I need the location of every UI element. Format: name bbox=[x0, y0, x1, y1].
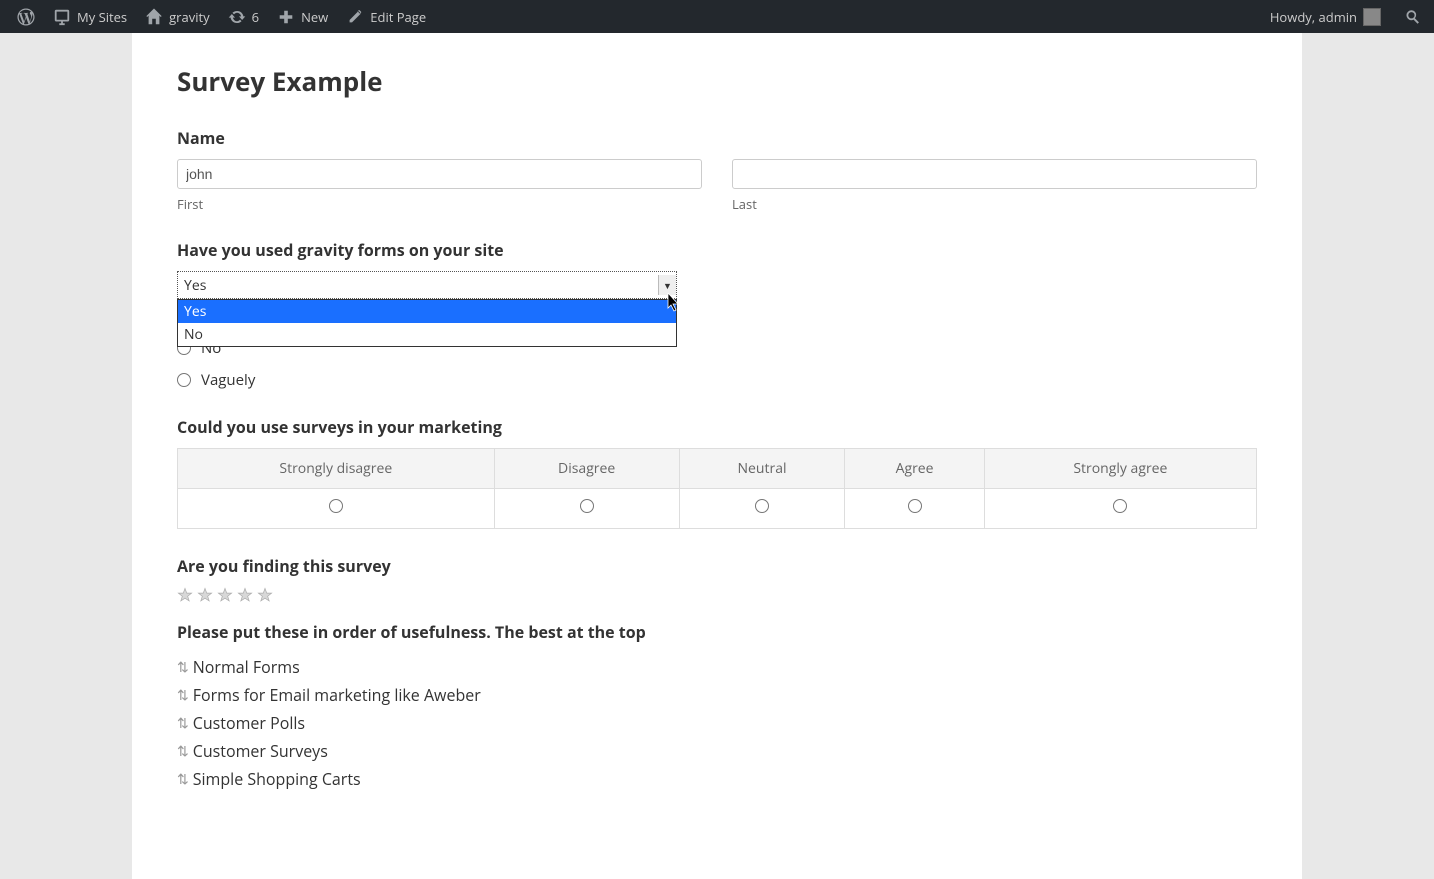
drag-handle-icon: ⇅ bbox=[177, 714, 189, 733]
sortable-label: Customer Surveys bbox=[193, 740, 328, 762]
dropdown-selected-text: Yes bbox=[184, 276, 206, 295]
radio-option-vaguely[interactable]: Vaguely bbox=[177, 370, 1257, 390]
name-field: Name First Last bbox=[177, 127, 1257, 213]
likert-radio-3[interactable] bbox=[908, 499, 922, 513]
drag-handle-icon: ⇅ bbox=[177, 770, 189, 789]
last-sublabel: Last bbox=[732, 195, 1257, 213]
dropdown-option-no[interactable]: No bbox=[178, 323, 676, 346]
last-name-input[interactable] bbox=[732, 159, 1257, 189]
likert-label: Could you use surveys in your marketing bbox=[177, 416, 1257, 438]
dropdown-field: Have you used gravity forms on your site… bbox=[177, 239, 1257, 299]
chevron-down-icon: ▼ bbox=[658, 275, 676, 295]
edit-page-label: Edit Page bbox=[370, 8, 426, 26]
new-link[interactable]: New bbox=[268, 0, 337, 33]
plus-icon bbox=[277, 8, 295, 26]
sortable-label: Customer Polls bbox=[193, 712, 305, 734]
sortable-item-1[interactable]: ⇅ Forms for Email marketing like Aweber bbox=[177, 681, 1257, 709]
dropdown-list: Yes No bbox=[177, 299, 677, 347]
likert-table: Strongly disagree Disagree Neutral Agree… bbox=[177, 448, 1257, 529]
wp-logo[interactable] bbox=[8, 0, 44, 33]
likert-col-2: Neutral bbox=[679, 449, 845, 489]
star-3[interactable] bbox=[217, 587, 233, 603]
wordpress-icon bbox=[17, 8, 35, 26]
drag-handle-icon: ⇅ bbox=[177, 742, 189, 761]
my-sites-label: My Sites bbox=[77, 8, 127, 26]
likert-field: Could you use surveys in your marketing … bbox=[177, 416, 1257, 529]
likert-col-4: Strongly agree bbox=[984, 449, 1256, 489]
likert-col-0: Strongly disagree bbox=[178, 449, 495, 489]
likert-radio-1[interactable] bbox=[580, 499, 594, 513]
likert-col-3: Agree bbox=[845, 449, 984, 489]
sortable-item-0[interactable]: ⇅ Normal Forms bbox=[177, 653, 1257, 681]
star-row bbox=[177, 587, 1257, 603]
first-sublabel: First bbox=[177, 195, 702, 213]
first-name-input[interactable] bbox=[177, 159, 702, 189]
likert-row bbox=[178, 489, 1257, 529]
sortable-item-3[interactable]: ⇅ Customer Surveys bbox=[177, 737, 1257, 765]
ranking-field: Please put these in order of usefulness.… bbox=[177, 621, 1257, 793]
star-2[interactable] bbox=[197, 587, 213, 603]
updates-count: 6 bbox=[252, 8, 259, 26]
ranking-label: Please put these in order of usefulness.… bbox=[177, 621, 1257, 643]
page-content: Survey Example Name First Last Have you … bbox=[132, 33, 1302, 879]
dropdown-wrap: Yes ▼ Yes No bbox=[177, 271, 677, 299]
wp-admin-bar: My Sites gravity 6 New Edit Page Howdy, … bbox=[0, 0, 1434, 33]
dropdown-label: Have you used gravity forms on your site bbox=[177, 239, 1257, 261]
pencil-icon bbox=[346, 8, 364, 26]
likert-radio-0[interactable] bbox=[329, 499, 343, 513]
page-title: Survey Example bbox=[177, 63, 1257, 99]
site-name-link[interactable]: gravity bbox=[136, 0, 219, 33]
sortable-item-4[interactable]: ⇅ Simple Shopping Carts bbox=[177, 765, 1257, 793]
sortable-item-2[interactable]: ⇅ Customer Polls bbox=[177, 709, 1257, 737]
dropdown-option-yes[interactable]: Yes bbox=[178, 300, 676, 323]
drag-handle-icon: ⇅ bbox=[177, 686, 189, 705]
network-icon bbox=[53, 8, 71, 26]
admin-bar-left: My Sites gravity 6 New Edit Page bbox=[8, 0, 435, 33]
sortable-label: Forms for Email marketing like Aweber bbox=[193, 684, 481, 706]
search-toggle[interactable] bbox=[1400, 0, 1426, 33]
sortable-list: ⇅ Normal Forms ⇅ Forms for Email marketi… bbox=[177, 653, 1257, 793]
rating-field: Are you finding this survey bbox=[177, 555, 1257, 603]
howdy-link[interactable]: Howdy, admin bbox=[1261, 0, 1390, 33]
updates-link[interactable]: 6 bbox=[219, 0, 268, 33]
star-4[interactable] bbox=[237, 587, 253, 603]
name-label: Name bbox=[177, 127, 1257, 149]
rating-label: Are you finding this survey bbox=[177, 555, 1257, 577]
radio-label: Vaguely bbox=[201, 370, 255, 390]
avatar bbox=[1363, 8, 1381, 26]
update-icon bbox=[228, 8, 246, 26]
search-icon bbox=[1404, 8, 1422, 26]
my-sites-link[interactable]: My Sites bbox=[44, 0, 136, 33]
home-icon bbox=[145, 8, 163, 26]
likert-radio-4[interactable] bbox=[1113, 499, 1127, 513]
edit-page-link[interactable]: Edit Page bbox=[337, 0, 435, 33]
drag-handle-icon: ⇅ bbox=[177, 658, 189, 677]
site-name-label: gravity bbox=[169, 8, 210, 26]
star-5[interactable] bbox=[257, 587, 273, 603]
radio-input[interactable] bbox=[177, 373, 191, 387]
likert-col-1: Disagree bbox=[494, 449, 679, 489]
dropdown-select[interactable]: Yes ▼ bbox=[177, 271, 677, 299]
howdy-label: Howdy, admin bbox=[1270, 8, 1357, 26]
admin-bar-right: Howdy, admin bbox=[1261, 0, 1426, 33]
likert-radio-2[interactable] bbox=[755, 499, 769, 513]
new-label: New bbox=[301, 8, 328, 26]
sortable-label: Normal Forms bbox=[193, 656, 300, 678]
star-1[interactable] bbox=[177, 587, 193, 603]
sortable-label: Simple Shopping Carts bbox=[193, 768, 361, 790]
